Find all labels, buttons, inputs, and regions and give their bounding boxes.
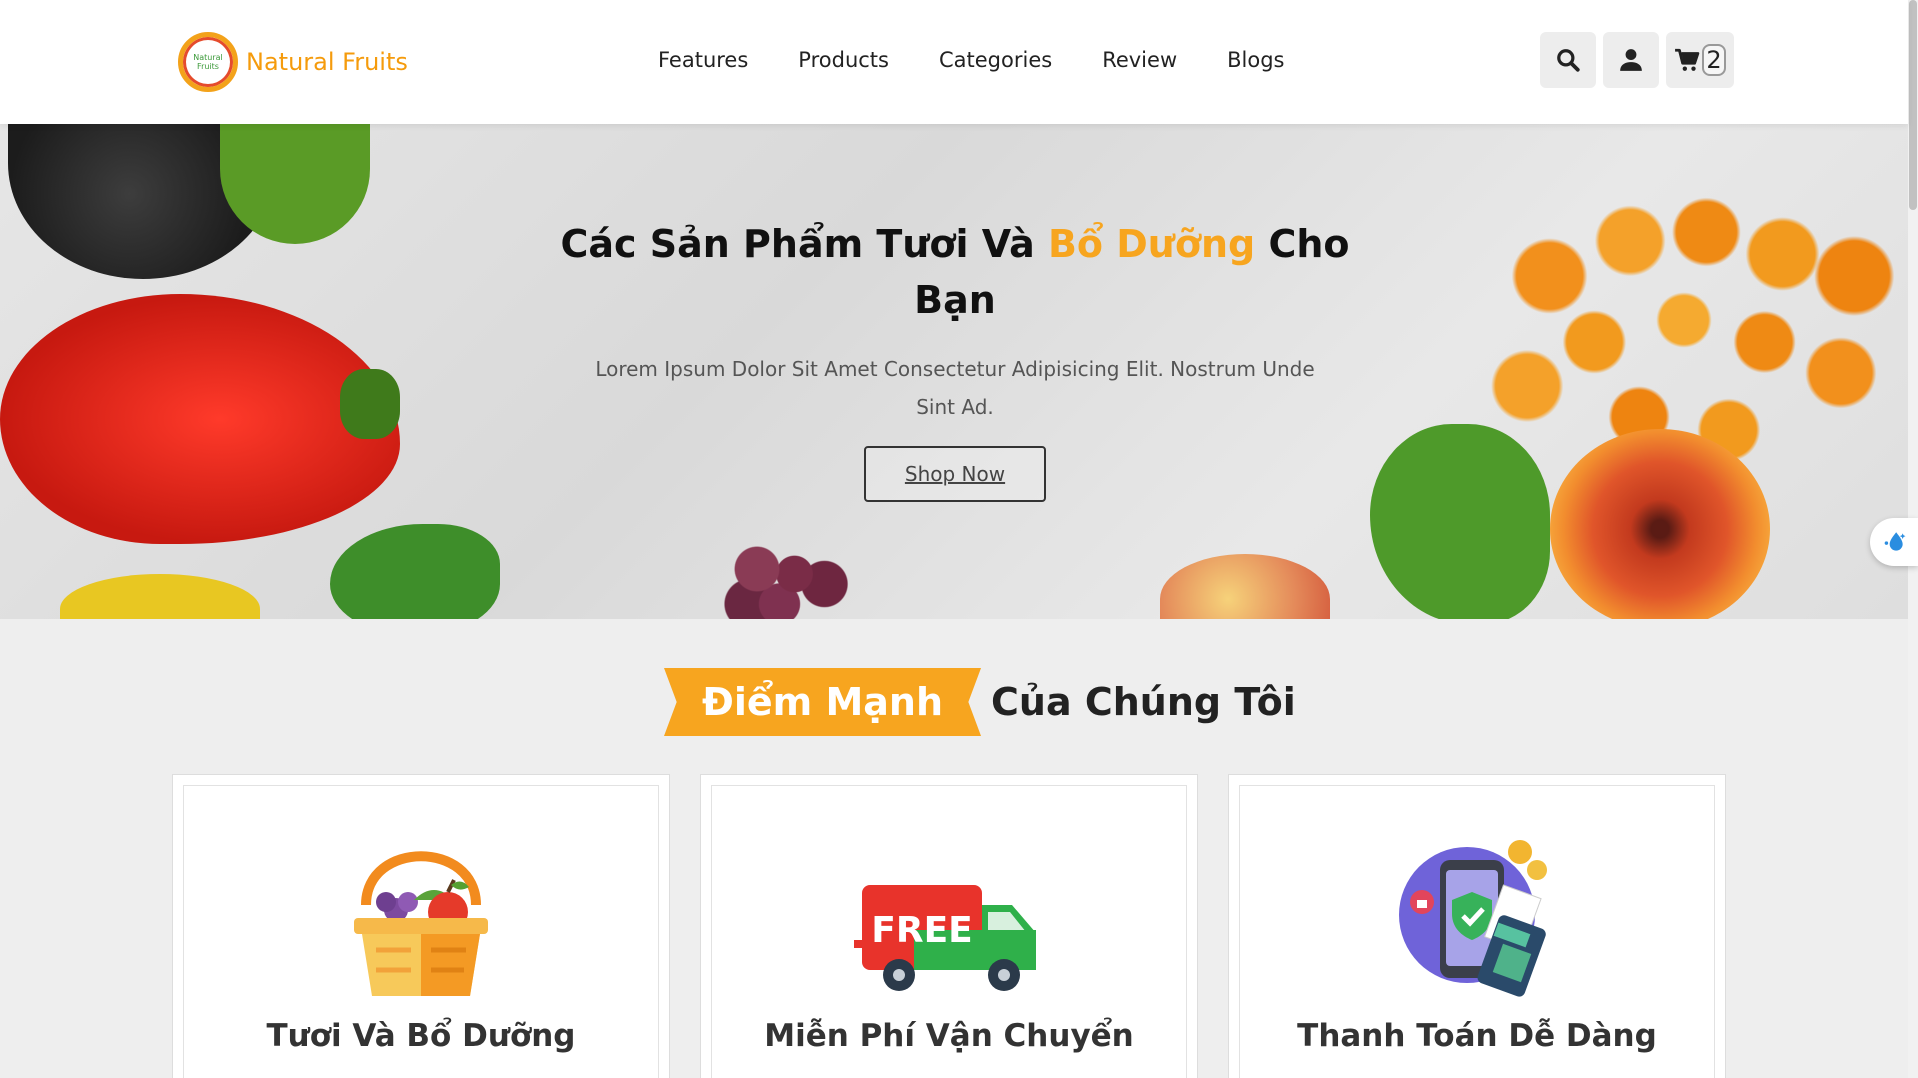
- basil-leaf-image: [330, 524, 500, 619]
- nav-item-features[interactable]: Features: [658, 48, 748, 72]
- nav-item-products[interactable]: Products: [798, 48, 889, 72]
- user-icon: [1620, 49, 1642, 71]
- cart-button[interactable]: 2: [1666, 32, 1734, 88]
- hero-title: Các Sản Phẩm Tươi Và Bổ Dưỡng Cho Bạn: [560, 216, 1350, 328]
- search-icon: [1557, 49, 1580, 72]
- free-delivery-truck-icon: FREE: [854, 885, 1036, 991]
- strength-card-title: Tươi Và Bổ Dưỡng: [266, 1018, 576, 1054]
- hero-title-highlight: Bổ Dưỡng: [1047, 222, 1256, 266]
- blood-orange-image: [1550, 429, 1770, 619]
- hero-description: Lorem Ipsum Dolor Sit Amet Consectetur A…: [595, 357, 1315, 419]
- pepper-stem-image: [340, 369, 400, 439]
- hero-banner: Các Sản Phẩm Tươi Và Bổ Dưỡng Cho Bạn Lo…: [0, 124, 1908, 619]
- section-title-rest: Của Chúng Tôi: [991, 680, 1296, 724]
- fruit-basket-icon: [354, 851, 488, 996]
- logo-text: Natural Fruits: [246, 48, 408, 76]
- hero-title-part1: Các Sản Phẩm Tươi Và: [560, 222, 1048, 266]
- account-button[interactable]: [1603, 32, 1659, 88]
- apple-image: [1160, 554, 1330, 619]
- section-title-ribbon: Điểm Mạnh: [664, 668, 982, 736]
- logo-badge-icon: Natural Fruits: [178, 32, 238, 92]
- strength-card-title: Miễn Phí Vận Chuyển: [764, 1018, 1134, 1054]
- shop-now-button[interactable]: Shop Now: [864, 446, 1046, 502]
- mobile-payment-icon: [1399, 840, 1547, 997]
- banana-image: [60, 574, 260, 619]
- strength-card-title: Thanh Toán Dễ Dàng: [1297, 1018, 1657, 1054]
- cart-count-badge: 2: [1702, 44, 1726, 76]
- strength-card-free-shipping: FREE Miễn Phí Vận Chuyển: [700, 774, 1198, 1078]
- section-title: Điểm Mạnh Của Chúng Tôi: [664, 668, 1296, 736]
- water-drop-widget-button[interactable]: [1870, 518, 1918, 566]
- site-header: Natural Fruits Natural Fruits Features P…: [0, 0, 1908, 124]
- nav-item-categories[interactable]: Categories: [939, 48, 1052, 72]
- cart-icon: [1675, 48, 1700, 71]
- search-button[interactable]: [1540, 32, 1596, 88]
- red-pepper-image: [0, 294, 400, 544]
- grapes-image: [712, 529, 862, 619]
- main-nav: Features Products Categories Review Blog…: [658, 48, 1285, 72]
- basil-image: [1370, 424, 1550, 619]
- scrollbar-thumb[interactable]: [1909, 0, 1917, 210]
- strength-card-fresh: Tươi Và Bổ Dưỡng: [172, 774, 670, 1078]
- nav-item-review[interactable]: Review: [1102, 48, 1177, 72]
- logo[interactable]: Natural Fruits Natural Fruits: [178, 32, 408, 92]
- free-label: FREE: [871, 910, 973, 951]
- strength-card-easy-payment: Thanh Toán Dễ Dàng: [1228, 774, 1726, 1078]
- strengths-cards: Tươi Và Bổ Dưỡng FREE Miễn Phí Vận Chuyể…: [172, 774, 1726, 1078]
- nav-item-blogs[interactable]: Blogs: [1227, 48, 1284, 72]
- hero-content: Các Sản Phẩm Tươi Và Bổ Dưỡng Cho Bạn Lo…: [560, 216, 1350, 502]
- water-drop-icon: [1884, 532, 1906, 551]
- logo-badge-text: Natural Fruits: [193, 53, 223, 71]
